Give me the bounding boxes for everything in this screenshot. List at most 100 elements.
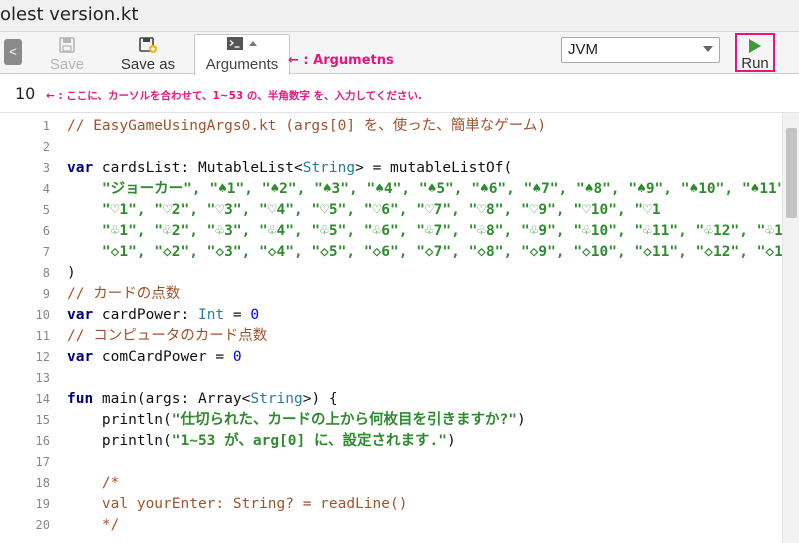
code-token: "◇1", "◇2", "◇3", "◇4", "◇5", "◇6", "◇7"…: [101, 244, 782, 260]
code-token: String: [302, 160, 356, 176]
back-button[interactable]: <: [4, 39, 22, 65]
line-number-gutter: 1 2 3 4 5 6 7 8 9 10 11 12 13 14 15 16 17 18 19 20: [0, 113, 58, 543]
line-number: 13: [35, 371, 50, 385]
code-line[interactable]: // カードの点数: [67, 284, 180, 305]
code-line[interactable]: var cardPower: Int = 0: [67, 305, 259, 326]
chevron-down-icon: [703, 46, 713, 52]
line-number: 4: [42, 182, 50, 196]
window-titlebar: olest version.kt: [0, 0, 799, 32]
code-token: var: [67, 307, 94, 323]
code-token: =: [224, 307, 251, 323]
line-number: 14: [35, 392, 50, 406]
code-line[interactable]: */: [67, 515, 119, 536]
platform-select[interactable]: JVM: [561, 37, 720, 63]
code-token: 0: [250, 307, 260, 323]
line-number: 11: [35, 329, 50, 343]
line-number: 7: [42, 245, 50, 259]
code-line[interactable]: /*: [67, 473, 119, 494]
line-number: 3: [42, 161, 50, 175]
code-line[interactable]: val yourEnter: String? = readLine(): [67, 494, 408, 515]
line-number: 1: [42, 119, 50, 133]
code-line[interactable]: var comCardPower = 0: [67, 347, 242, 368]
code-line[interactable]: "ジョーカー", "♠1", "♠2", "♠3", "♠4", "♠5", "…: [67, 179, 782, 200]
line-number: 9: [42, 287, 50, 301]
code-token: 0: [232, 349, 242, 365]
line-number: 10: [35, 308, 50, 322]
code-token: val yourEnter: String? = readLine(): [67, 496, 408, 512]
terminal-icon: [227, 37, 257, 50]
code-token: "ジョーカー", "♠1", "♠2", "♠3", "♠4", "♠5", "…: [101, 181, 782, 197]
code-token: String: [250, 391, 303, 407]
code-token: "仕切られた、カードの上から何枚目を引きますか?": [171, 412, 517, 428]
code-line[interactable]: "♧1", "♧2", "♧3", "♧4", "♧5", "♧6", "♧7"…: [67, 221, 782, 242]
floppy-disk-icon: [59, 37, 75, 53]
code-editor[interactable]: 1 2 3 4 5 6 7 8 9 10 11 12 13 14 15 16 17 18 19 20 // EasyG…: [0, 113, 782, 543]
code-token: > = mutableListOf(: [355, 160, 513, 176]
code-line[interactable]: var cardsList: MutableList<String> = mut…: [67, 158, 512, 179]
code-token: */: [67, 517, 120, 533]
code-token: // EasyGameUsingArgs0.kt (args[0] を、使った、…: [67, 118, 547, 134]
code-token: main(args: Array<: [93, 391, 251, 407]
code-token: ): [67, 265, 76, 281]
code-token: println(: [67, 412, 172, 428]
code-line[interactable]: println("1~53 が、arg[0] に、設定されます."): [67, 431, 456, 452]
line-number: 18: [35, 476, 50, 490]
line-number: 20: [35, 518, 50, 532]
arguments-input[interactable]: 10: [15, 84, 35, 103]
editor-scrollbar[interactable]: [782, 113, 799, 543]
line-number: 5: [42, 203, 50, 217]
line-number: 15: [35, 413, 50, 427]
code-line[interactable]: // EasyGameUsingArgs0.kt (args[0] を、使った、…: [67, 116, 546, 137]
arguments-tab[interactable]: Arguments: [194, 34, 290, 75]
code-token: cardsList: MutableList<: [93, 160, 303, 176]
line-number: 16: [35, 434, 50, 448]
code-line[interactable]: println("仕切られた、カードの上から何枚目を引きますか?"): [67, 410, 526, 431]
window-title: olest version.kt: [0, 4, 139, 25]
scrollbar-thumb[interactable]: [786, 128, 797, 218]
code-token: // カードの点数: [67, 286, 181, 302]
run-label: Run: [741, 55, 769, 72]
play-icon: [749, 39, 761, 53]
code-token: var: [67, 349, 94, 365]
line-number: 19: [35, 497, 50, 511]
code-token: cardPower:: [93, 307, 198, 323]
line-number: 8: [42, 266, 50, 280]
code-line[interactable]: ): [67, 263, 76, 284]
code-line[interactable]: "◇1", "◇2", "◇3", "◇4", "◇5", "◇6", "◇7"…: [67, 242, 782, 263]
line-number: 12: [35, 350, 50, 364]
run-button[interactable]: Run: [735, 33, 775, 72]
save-button[interactable]: Save: [42, 36, 92, 73]
save-label: Save: [49, 56, 85, 73]
code-line[interactable]: fun main(args: Array<String>) {: [67, 389, 338, 410]
code-token: println(: [67, 433, 172, 449]
save-as-button[interactable]: Save as: [112, 36, 184, 73]
code-token: ): [447, 433, 456, 449]
annotation-arguments: ← : Argumetns: [288, 53, 394, 68]
save-as-label: Save as: [120, 56, 176, 73]
code-token: "♡1", "♡2", "♡3", "♡4", "♡5", "♡6", "♡7"…: [101, 202, 661, 218]
arguments-label: Arguments: [205, 56, 279, 73]
code-token: comCardPower =: [93, 349, 233, 365]
code-token: Int: [197, 307, 225, 323]
line-number: 6: [42, 224, 50, 238]
code-token: /*: [67, 475, 120, 491]
floppy-disk-plus-icon: [139, 37, 157, 53]
platform-select-value: JVM: [568, 41, 598, 58]
code-token: // コンピュータのカード点数: [67, 328, 268, 344]
annotation-input: ← : ここに、カーソルを合わせて、1~53 の、半角数字 を、入力してください…: [46, 90, 422, 102]
code-token: "1~53 が、arg[0] に、設定されます.": [171, 433, 447, 449]
code-token: >) {: [302, 391, 338, 407]
code-line[interactable]: "♡1", "♡2", "♡3", "♡4", "♡5", "♡6", "♡7"…: [67, 200, 661, 221]
line-number: 2: [42, 140, 50, 154]
code-area[interactable]: // EasyGameUsingArgs0.kt (args[0] を、使った、…: [67, 113, 782, 543]
code-token: ): [516, 412, 526, 428]
code-token: var: [67, 160, 94, 176]
code-line[interactable]: // コンピュータのカード点数: [67, 326, 267, 347]
code-token: fun: [67, 391, 94, 407]
line-number: 17: [35, 455, 50, 469]
code-token: "♧1", "♧2", "♧3", "♧4", "♧5", "♧6", "♧7"…: [101, 223, 782, 239]
